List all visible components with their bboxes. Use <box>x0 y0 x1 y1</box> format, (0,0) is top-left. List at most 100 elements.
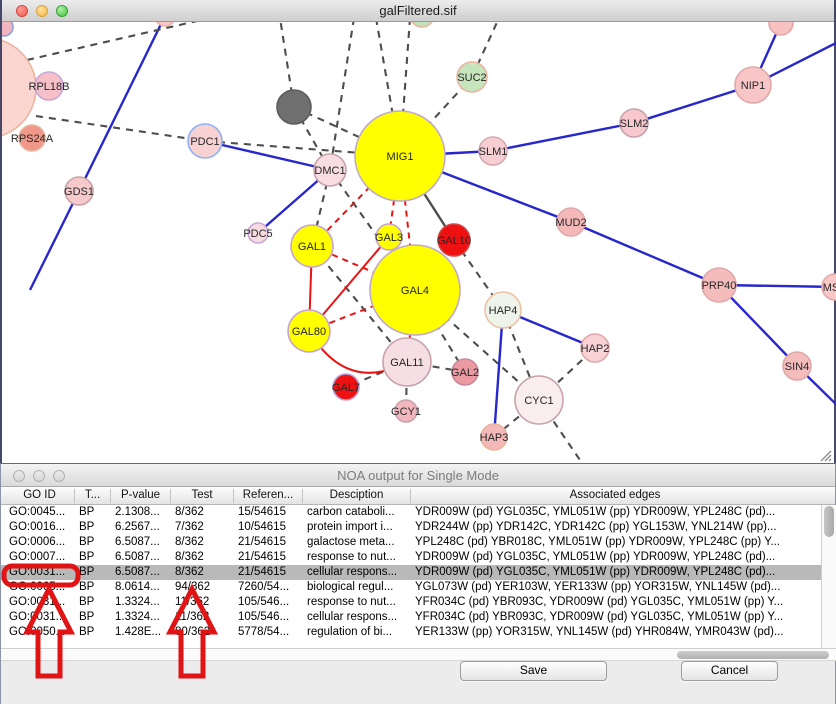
node-tp1[interactable] <box>155 22 175 26</box>
node-GAL1[interactable]: GAL1 <box>291 225 333 267</box>
resize-grip-icon[interactable] <box>818 448 832 462</box>
node-GDS1[interactable]: GDS1 <box>64 177 94 205</box>
horizontal-scrollbar-thumb[interactable] <box>677 651 829 659</box>
node-n1[interactable] <box>2 22 13 36</box>
cancel-button[interactable]: Cancel <box>681 661 778 681</box>
node-GCY1[interactable]: GCY1 <box>391 400 421 422</box>
node-GAL2[interactable]: GAL2 <box>451 359 479 385</box>
network-canvas[interactable]: RPL18B RPS24A GDS1 PDC1 MIG1 SUC2 SLM1 SLM2 NIP1… <box>2 22 836 463</box>
node-label: NIP1 <box>741 80 765 92</box>
edge-dash[interactable] <box>36 116 205 141</box>
edge-blue[interactable] <box>494 310 503 437</box>
node-label: RPL18B <box>29 81 70 93</box>
table-row[interactable]: GO:0016...BP6.2567...7/36210/54615protei… <box>1 520 821 535</box>
cell-associated_edges: YDR009W (pd) YGL035C, YML051W (pp) YDR00… <box>415 551 821 563</box>
node-GAL10[interactable]: GAL10 <box>437 224 471 256</box>
node-label: PDC1 <box>190 136 219 148</box>
horizontal-scrollbar[interactable] <box>1 648 836 661</box>
node-trp[interactable] <box>769 22 793 35</box>
edge-blue[interactable] <box>79 22 165 191</box>
column-header-type[interactable]: T... <box>75 489 111 503</box>
noa-titlebar[interactable]: NOA output for Single Mode <box>1 464 835 487</box>
node-label: SIN4 <box>785 361 809 373</box>
node-tg1[interactable] <box>410 22 434 27</box>
cell-associated_edges: YDR009W (pd) YGL035C, YML051W (pp) YDR00… <box>415 566 821 578</box>
edge-blue[interactable] <box>493 123 634 151</box>
node-label: HAP4 <box>489 305 518 317</box>
node-PRP40[interactable]: PRP40 <box>702 268 737 302</box>
node-label: GAL4 <box>401 285 429 297</box>
edge-dash[interactable] <box>27 22 210 60</box>
column-header-reference[interactable]: Referen... <box>234 489 303 503</box>
table-row[interactable]: GO:0045...BP2.1308...8/36215/54615carbon… <box>1 505 821 520</box>
column-header-test[interactable]: Test <box>171 489 234 503</box>
node-RPS24A[interactable]: RPS24A <box>11 125 54 151</box>
node-MUD2[interactable]: MUD2 <box>555 208 586 236</box>
node-GAL11[interactable]: GAL11 <box>383 338 431 386</box>
table-row[interactable]: GO:0031...BP1.3324...11/362105/546...res… <box>1 595 821 610</box>
node-NIP1[interactable]: NIP1 <box>735 67 771 103</box>
cell-p_value: 1.3324... <box>115 596 175 608</box>
node-label: GAL7 <box>332 382 360 394</box>
column-header-go_id[interactable]: GO ID <box>5 489 75 503</box>
node-GAL80[interactable]: GAL80 <box>288 310 330 352</box>
vertical-scrollbar-thumb[interactable] <box>824 506 834 537</box>
node-HAP3[interactable]: HAP3 <box>480 424 509 450</box>
cell-p_value: 1.3324... <box>115 611 175 623</box>
cell-test: 80/362 <box>175 626 238 638</box>
node-label: GAL11 <box>390 357 423 369</box>
table-row[interactable]: GO:0031...BP6.5087...8/36221/54615cellul… <box>1 565 821 580</box>
edge-dash[interactable] <box>330 22 354 170</box>
edge-blue[interactable] <box>571 222 719 285</box>
node-MIG1[interactable]: MIG1 <box>355 111 445 201</box>
node-SLM1[interactable]: SLM1 <box>479 137 508 165</box>
cell-test: 94/362 <box>175 581 238 593</box>
node-HAP4[interactable]: HAP4 <box>485 292 521 328</box>
node-label: GAL3 <box>375 232 403 244</box>
cell-test: 8/362 <box>175 551 238 563</box>
node-PDC5[interactable]: PDC5 <box>243 223 272 243</box>
edge-blue[interactable] <box>30 191 79 290</box>
node-PDC1[interactable]: PDC1 <box>188 124 222 158</box>
cell-test: 8/362 <box>175 566 238 578</box>
node-SLM2[interactable]: SLM2 <box>620 109 649 137</box>
node-label: DMC1 <box>314 165 345 177</box>
cell-reference: 21/54615 <box>238 536 307 548</box>
cell-type: BP <box>79 506 115 518</box>
cell-p_value: 6.5087... <box>115 536 175 548</box>
table-row[interactable]: GO:0050...BP1.428E...80/3625778/54...reg… <box>1 625 821 640</box>
table-row[interactable]: GO:0007...BP6.5087...8/36221/54615respon… <box>1 550 821 565</box>
node-DMC1[interactable]: DMC1 <box>314 154 346 186</box>
cell-p_value: 6.5087... <box>115 566 175 578</box>
node-label: PRP40 <box>702 280 737 292</box>
cell-description: cellular respons... <box>307 566 415 578</box>
column-header-associated_edges[interactable]: Associated edges <box>411 489 819 503</box>
node-GAL7[interactable]: GAL7 <box>332 374 360 400</box>
table-row[interactable]: GO:0006...BP6.5087...8/36221/54615galact… <box>1 535 821 550</box>
node-SIN4[interactable]: SIN4 <box>783 352 811 380</box>
edge-blue[interactable] <box>205 141 330 170</box>
node-gray1[interactable] <box>277 90 311 124</box>
vertical-scrollbar[interactable] <box>821 505 836 648</box>
table-row[interactable]: GO:0065...BP8.0614...94/3627260/54...bio… <box>1 580 821 595</box>
save-button[interactable]: Save <box>460 661 607 681</box>
node-label: RPS24A <box>11 133 54 145</box>
column-header-p_value[interactable]: P-value <box>111 489 171 503</box>
node-GAL4[interactable]: GAL4 <box>370 245 460 335</box>
node-MSN[interactable]: MSN <box>822 274 836 300</box>
table-header[interactable]: GO IDT...P-valueTestReferen...Desciption… <box>1 487 835 505</box>
node-label: CYC1 <box>524 395 553 407</box>
node-CYC1[interactable]: CYC1 <box>515 376 563 424</box>
node-SUC2[interactable]: SUC2 <box>457 62 487 92</box>
node-HAP2[interactable]: HAP2 <box>581 334 610 362</box>
node-GAL3[interactable]: GAL3 <box>375 224 403 250</box>
noa-output-window: NOA output for Single Mode GO IDT...P-va… <box>0 463 836 704</box>
cell-associated_edges: YDR009W (pd) YGL035C, YML051W (pp) YDR00… <box>415 506 821 518</box>
network-titlebar[interactable]: galFiltered.sif <box>2 0 834 22</box>
cell-description: response to nut... <box>307 596 415 608</box>
cell-reference: 105/546... <box>238 596 307 608</box>
table-row[interactable]: GO:0031...BP1.3324...11/362105/546...cel… <box>1 610 821 625</box>
table-body[interactable]: GO:0045...BP2.1308...8/36215/54615carbon… <box>1 505 821 648</box>
cell-description: protein import i... <box>307 521 415 533</box>
column-header-description[interactable]: Desciption <box>303 489 411 503</box>
